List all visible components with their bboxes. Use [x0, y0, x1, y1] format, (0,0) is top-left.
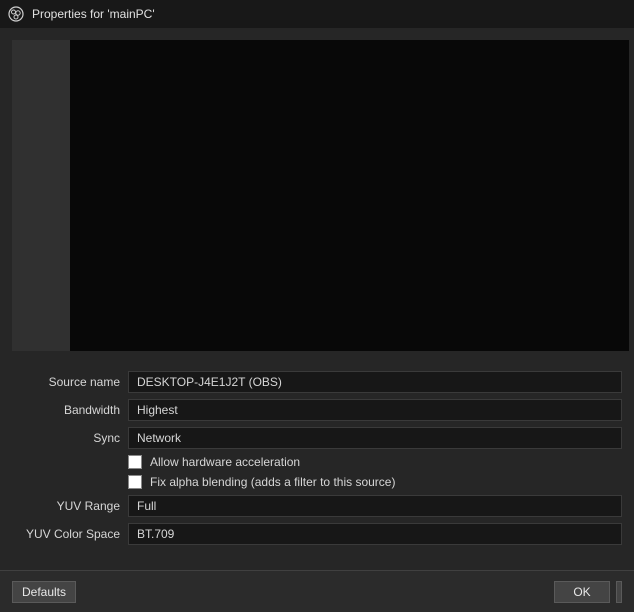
partial-button-edge[interactable]: [616, 581, 622, 603]
row-source-name: Source name DESKTOP-J4E1J2T (OBS): [12, 371, 622, 393]
sync-select[interactable]: Network: [128, 427, 622, 449]
hw-accel-checkbox[interactable]: [128, 455, 142, 469]
row-hw-accel[interactable]: Allow hardware acceleration: [12, 455, 622, 469]
obs-logo-icon: [8, 6, 24, 22]
fix-alpha-label: Fix alpha blending (adds a filter to thi…: [150, 475, 395, 489]
yuv-color-space-select[interactable]: BT.709: [128, 523, 622, 545]
hw-accel-label: Allow hardware acceleration: [150, 455, 300, 469]
source-preview: [12, 40, 629, 351]
label-source-name: Source name: [12, 375, 120, 389]
ok-button[interactable]: OK: [554, 581, 610, 603]
dialog-content: Source name DESKTOP-J4E1J2T (OBS) Bandwi…: [0, 28, 634, 545]
row-sync: Sync Network: [12, 427, 622, 449]
defaults-button[interactable]: Defaults: [12, 581, 76, 603]
row-bandwidth: Bandwidth Highest: [12, 399, 622, 421]
properties-form: Source name DESKTOP-J4E1J2T (OBS) Bandwi…: [0, 363, 634, 545]
label-yuv-color-space: YUV Color Space: [12, 527, 120, 541]
yuv-range-select[interactable]: Full: [128, 495, 622, 517]
dialog-footer: Defaults OK: [0, 570, 634, 612]
preview-container: [0, 28, 634, 363]
row-yuv-color-space: YUV Color Space BT.709: [12, 523, 622, 545]
row-fix-alpha[interactable]: Fix alpha blending (adds a filter to thi…: [12, 475, 622, 489]
bandwidth-select[interactable]: Highest: [128, 399, 622, 421]
source-name-select[interactable]: DESKTOP-J4E1J2T (OBS): [128, 371, 622, 393]
label-sync: Sync: [12, 431, 120, 445]
label-yuv-range: YUV Range: [12, 499, 120, 513]
fix-alpha-checkbox[interactable]: [128, 475, 142, 489]
titlebar: Properties for 'mainPC': [0, 0, 634, 28]
preview-sidebar: [12, 40, 70, 351]
window-title: Properties for 'mainPC': [32, 7, 155, 21]
label-bandwidth: Bandwidth: [12, 403, 120, 417]
row-yuv-range: YUV Range Full: [12, 495, 622, 517]
